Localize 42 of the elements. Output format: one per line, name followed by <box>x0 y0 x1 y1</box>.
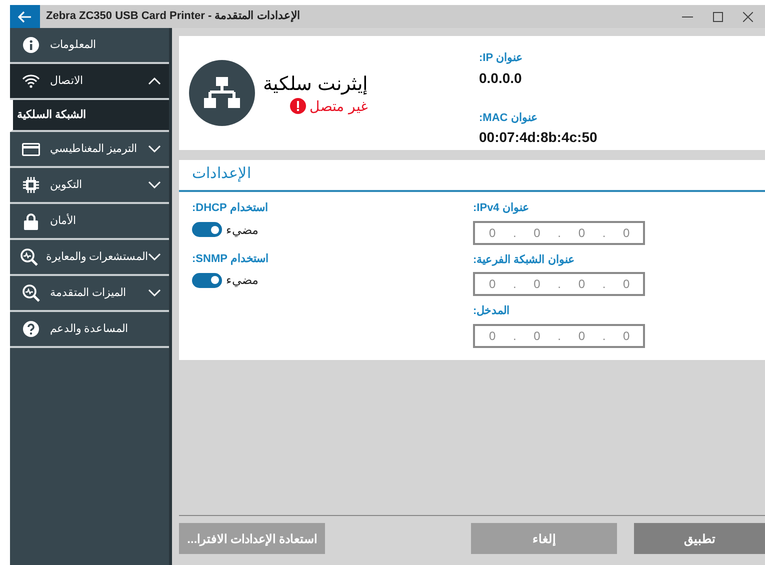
field-label: المدخل: <box>473 304 510 319</box>
wifi-icon <box>22 74 40 88</box>
toggle-switch[interactable] <box>192 272 222 288</box>
magnifier-icon <box>22 284 40 302</box>
magnifier-icon <box>20 248 38 266</box>
chip-icon <box>22 176 40 194</box>
mac-label: عنوان MAC: <box>479 110 538 126</box>
close-icon[interactable] <box>743 12 753 22</box>
toggle-switch[interactable] <box>192 222 222 237</box>
apply-button[interactable]: تطبيق <box>634 523 765 554</box>
chevron-down-icon[interactable] <box>148 289 161 297</box>
info-icon <box>23 37 39 53</box>
chevron-down-icon[interactable] <box>148 253 162 261</box>
sidebar-subitem[interactable]: الشبكة السلكية <box>10 100 169 132</box>
settings-title: الإعدادات <box>192 164 251 184</box>
toggle-state: مضيء <box>226 272 258 289</box>
sidebar-item[interactable]: الاتصال <box>10 64 169 100</box>
lock-icon <box>24 212 38 230</box>
toggle-label: استخدام SNMP: <box>192 252 269 267</box>
ip-value: 0.0.0.0 <box>479 68 523 88</box>
ip-input-field[interactable]: 0 . 0 . 0 . 0 <box>473 272 645 296</box>
toggle-state: مضيء <box>226 222 258 238</box>
window-title: Zebra ZC350 USB Card Printer - الإعدادات المتقدمة <box>46 9 300 24</box>
help-icon <box>23 321 39 337</box>
back-arrow-icon <box>18 10 32 22</box>
maximize-icon[interactable] <box>713 12 723 22</box>
chevron-down-icon[interactable] <box>148 181 161 189</box>
field-label: عنوان IPv4: <box>473 201 530 216</box>
ip-input-field[interactable]: 0 . 0 . 0 . 0 <box>473 324 645 348</box>
field-label: عنوان الشبكة الفرعية: <box>473 252 575 268</box>
mac-value: 00:07:4d:8b:4c:50 <box>479 128 598 147</box>
ip-input-field[interactable]: 0 . 0 . 0 . 0 <box>473 220 645 244</box>
ip-label: عنوان IP: <box>479 51 524 66</box>
back-button[interactable] <box>10 5 40 28</box>
toggle-label: استخدام DHCP: <box>192 201 268 216</box>
chevron-down-icon[interactable] <box>148 145 161 153</box>
card-icon <box>22 142 40 156</box>
warning-icon <box>290 98 306 114</box>
chevron-up-icon[interactable] <box>148 77 161 85</box>
minimize-icon[interactable] <box>682 16 693 18</box>
connection-title: إيثرنت سلكية <box>263 74 368 96</box>
connection-status: غير متصل <box>309 96 368 116</box>
